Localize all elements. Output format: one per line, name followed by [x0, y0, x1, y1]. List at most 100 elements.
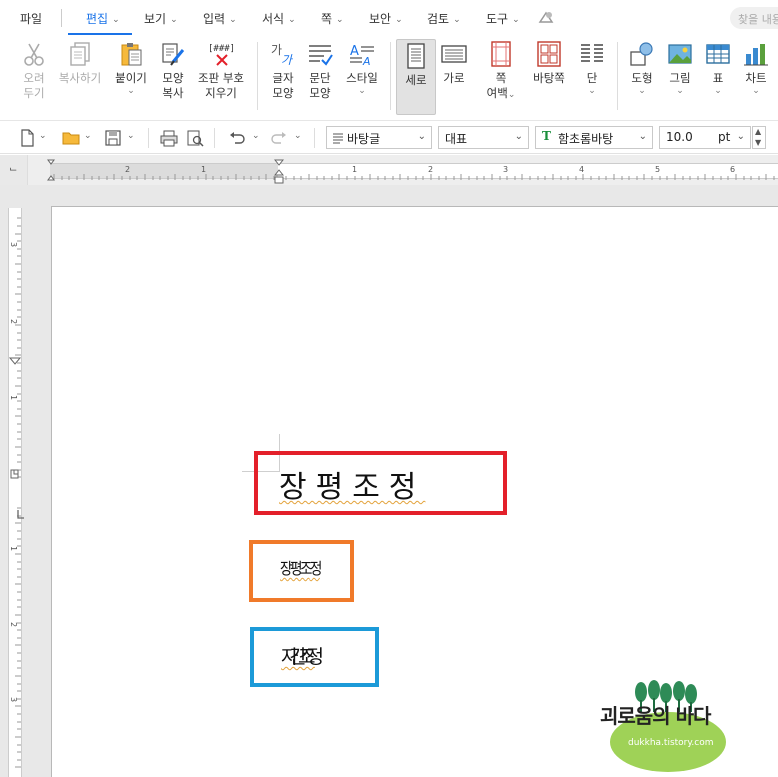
portrait-button[interactable]: 세로 — [396, 39, 436, 115]
page-margin-button[interactable]: 쪽 여백⌄ — [484, 40, 518, 103]
chevron-down-icon: ⌄ — [336, 15, 344, 25]
active-menu-indicator — [68, 33, 132, 35]
columns-icon — [581, 44, 603, 62]
background-page-button[interactable]: 바탕쪽 — [530, 40, 568, 86]
chevron-down-icon: ⌄ — [453, 15, 461, 25]
new-document-icon[interactable] — [18, 129, 36, 147]
font-size-stepper[interactable]: ▲ ▼ — [752, 126, 766, 149]
tab-stop-icon[interactable]: ⌙ — [9, 164, 17, 175]
chevron-down-icon[interactable]: ⌄ — [39, 131, 47, 141]
cut-button[interactable]: 오려 두기 — [18, 40, 50, 101]
vertical-indent-marker[interactable] — [9, 468, 21, 480]
chevron-down-icon: ⌄ — [514, 131, 523, 142]
clear-marks-icon: [###] — [208, 44, 235, 66]
formatting-toolbar: ⌄ ⌄ ⌄ ⌄ ⌄ 바탕글 ⌄ 대표 ⌄ T 함초롬바탕 ⌄ 10.0 pt ⌄… — [0, 120, 778, 154]
chevron-down-icon: ⌄ — [512, 15, 520, 25]
menu-separator — [61, 9, 62, 27]
page-margin-icon — [491, 41, 511, 67]
ribbon: 오려 두기 복사하기 붙이기 ⌄ 모양 복사 [###] 조판 부호 지우기 가… — [0, 36, 778, 118]
menu-security[interactable]: 보안 ⌄ — [369, 10, 403, 27]
truetype-font-icon: T — [542, 129, 551, 143]
para-shape-button[interactable]: 문단 모양 — [304, 40, 336, 101]
copy-button[interactable]: 복사하기 — [56, 40, 104, 86]
text-char-spacing[interactable]: 자간조정 — [281, 642, 324, 669]
paste-icon — [121, 43, 142, 66]
chevron-down-icon[interactable]: ⌄ — [252, 131, 260, 141]
style-button[interactable]: AA 스타일 ⌄ — [342, 40, 382, 96]
font-select[interactable]: T 함초롬바탕 ⌄ — [535, 126, 653, 149]
style-select[interactable]: 바탕글 ⌄ — [326, 126, 432, 149]
ribbon-separator — [257, 42, 258, 110]
print-preview-icon[interactable] — [186, 129, 204, 147]
help-icon[interactable] — [538, 10, 554, 24]
chart-icon — [744, 44, 768, 66]
chevron-down-icon[interactable]: ⌄ — [84, 131, 92, 141]
menu-bar: 파일 편집 ⌄ 보기 ⌄ 입력 ⌄ 서식 ⌄ 쪽 ⌄ 보안 ⌄ 검토 ⌄ 도구 ⌄ 찾을 내용 — [0, 0, 778, 36]
chevron-down-icon: ⌄ — [752, 86, 760, 96]
chevron-down-icon: ⌄ — [288, 15, 296, 25]
svg-text:A: A — [362, 55, 371, 68]
chevron-down-icon[interactable]: ⌄ — [127, 131, 135, 141]
search-input[interactable]: 찾을 내용 — [730, 7, 778, 29]
table-button[interactable]: 표 ⌄ — [702, 40, 734, 96]
columns-button[interactable]: 단 ⌄ — [577, 40, 607, 96]
watermark-url: dukkha.tistory.com — [628, 738, 714, 748]
chevron-down-icon: ⌄ — [229, 15, 237, 25]
chevron-down-icon: ⌄ — [112, 15, 120, 25]
undo-icon[interactable] — [228, 129, 246, 147]
chevron-down-icon: ⌄ — [358, 86, 366, 96]
svg-text:A: A — [350, 44, 359, 59]
svg-text:[###]: [###] — [208, 44, 235, 54]
shape-button[interactable]: 도형 ⌄ — [626, 40, 658, 96]
format-copy-button[interactable]: 모양 복사 — [157, 40, 189, 101]
chevron-down-icon: ⌄ — [170, 15, 178, 25]
stepper-down-icon[interactable]: ▼ — [755, 138, 761, 147]
paragraph-indent-marker[interactable] — [274, 159, 284, 185]
horizontal-ruler[interactable]: 2 1 1 2 3 4 5 6 — [50, 163, 778, 180]
clear-marks-button[interactable]: [###] 조판 부호 지우기 — [194, 40, 248, 101]
menu-review[interactable]: 검토 ⌄ — [427, 10, 461, 27]
watermark-title: 괴로움의 바다 — [600, 704, 711, 728]
menu-edit[interactable]: 편집 ⌄ — [86, 10, 120, 27]
menu-view[interactable]: 보기 ⌄ — [144, 10, 178, 27]
chevron-down-icon: ⌄ — [588, 86, 596, 96]
font-size-input[interactable]: 10.0 pt ⌄ — [659, 126, 751, 149]
char-shape-button[interactable]: 가가 글자 모양 — [267, 40, 299, 101]
menu-insert[interactable]: 입력 ⌄ — [203, 10, 237, 27]
chevron-down-icon: ⌄ — [638, 131, 647, 142]
print-icon[interactable] — [160, 129, 178, 147]
background-page-icon — [537, 41, 561, 67]
landscape-button[interactable]: 가로 — [438, 40, 470, 86]
picture-icon — [668, 44, 692, 64]
stepper-up-icon[interactable]: ▲ — [755, 127, 761, 136]
chevron-down-icon: ⌄ — [395, 15, 403, 25]
menu-file[interactable]: 파일 — [20, 10, 42, 27]
ruler-area: ⌙ 2 1 1 2 3 4 5 6 — [0, 155, 778, 185]
save-icon[interactable] — [104, 129, 122, 147]
svg-text:가: 가 — [281, 53, 294, 67]
vertical-tab-marker[interactable] — [16, 508, 26, 520]
para-shape-icon — [309, 45, 333, 66]
paste-button[interactable]: 붙이기 ⌄ — [112, 40, 150, 96]
open-folder-icon[interactable] — [62, 129, 80, 147]
chevron-down-icon[interactable]: ⌄ — [294, 131, 302, 141]
picture-button[interactable]: 그림 ⌄ — [664, 40, 696, 96]
top-margin-marker[interactable] — [9, 356, 21, 368]
vertical-ruler[interactable]: 3 2 1 1 2 3 — [8, 208, 24, 777]
ribbon-separator — [617, 42, 618, 110]
format-painter-icon — [162, 43, 185, 66]
chevron-down-icon: ⌄ — [127, 86, 135, 96]
menu-page[interactable]: 쪽 ⌄ — [321, 10, 344, 27]
menu-format[interactable]: 서식 ⌄ — [262, 10, 296, 27]
chart-button[interactable]: 차트 ⌄ — [740, 40, 772, 96]
text-narrow-char-width[interactable]: 장평조정 — [280, 555, 322, 579]
portrait-icon — [407, 43, 425, 69]
landscape-icon — [441, 45, 467, 63]
text-wide-char-width[interactable]: 장평조정 — [279, 462, 425, 506]
chevron-down-icon: ⌄ — [638, 86, 646, 96]
ribbon-separator — [390, 42, 391, 110]
left-indent-marker[interactable] — [47, 159, 55, 181]
redo-icon[interactable] — [270, 129, 288, 147]
language-select[interactable]: 대표 ⌄ — [438, 126, 529, 149]
menu-tools[interactable]: 도구 ⌄ — [486, 10, 520, 27]
